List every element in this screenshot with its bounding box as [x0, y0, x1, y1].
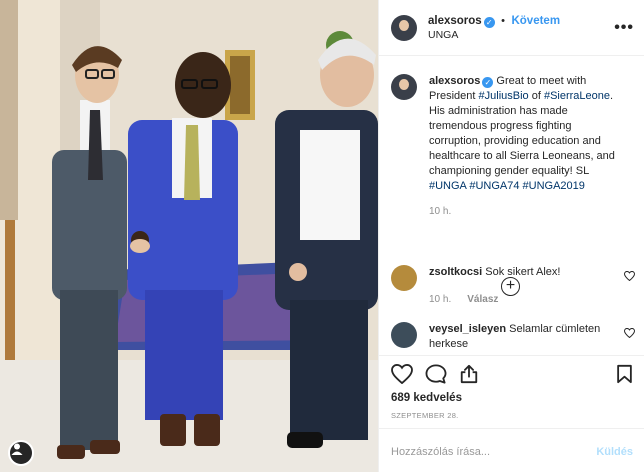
author-avatar[interactable]	[391, 14, 417, 41]
profile-glyph	[11, 443, 23, 455]
commenter-avatar[interactable]	[391, 265, 417, 291]
instagram-post: alexsoros ✓ • Követem UNGA ••• alexsoros ✓…	[0, 0, 644, 472]
caption-text-mid: of	[528, 90, 544, 102]
caption-text-body: . His administration has made tremendous…	[429, 90, 615, 177]
post-header: alexsoros ✓ • Követem UNGA •••	[379, 0, 644, 56]
comment-text: veysel_isleyen Selamlar cümleten herkese	[429, 322, 614, 352]
comment-message: Sok sikert Alex!	[485, 266, 561, 278]
caption-author-avatar[interactable]	[391, 74, 417, 100]
action-icons	[391, 364, 479, 384]
commenter-username[interactable]: zsoltkocsi	[429, 266, 482, 278]
post-caption: alexsoros ✓ Great to meet with President …	[379, 56, 644, 217]
reply-button[interactable]: Válasz	[467, 294, 498, 305]
commenter-avatar[interactable]	[391, 322, 417, 348]
like-count[interactable]: 689 kedvelés	[391, 392, 462, 404]
caption-hashtags[interactable]: #UNGA #UNGA74 #UNGA2019	[429, 180, 585, 192]
author-username[interactable]: alexsoros	[428, 15, 482, 27]
header-separator: •	[501, 15, 506, 27]
post-sidebar: alexsoros ✓ • Követem UNGA ••• alexsoros ✓…	[378, 0, 644, 472]
comment-timestamp: 10 h.	[429, 294, 452, 305]
caption-text: alexsoros ✓ Great to meet with President …	[429, 74, 619, 194]
comment-text: zsoltkocsi Sok sikert Alex!	[429, 265, 614, 280]
post-location[interactable]: UNGA	[428, 28, 614, 42]
verified-badge-icon: ✓	[482, 77, 494, 88]
verified-badge-icon: ✓	[483, 17, 495, 28]
commenter-username[interactable]: veysel_isleyen	[429, 323, 506, 335]
like-comment-heart-icon[interactable]	[624, 328, 635, 338]
post-photo[interactable]	[0, 0, 378, 472]
like-comment-heart-icon[interactable]	[624, 271, 635, 281]
send-comment-button[interactable]: Küldés	[596, 446, 633, 458]
bookmark-icon[interactable]	[616, 364, 633, 384]
comment-input[interactable]	[391, 445, 597, 458]
follow-button[interactable]: Követem	[511, 15, 560, 27]
comment-item: veysel_isleyen Selamlar cümleten herkese	[391, 322, 635, 352]
more-options-button[interactable]: •••	[614, 19, 634, 37]
post-actions: 689 kedvelés SZEPTEMBER 28. Küldés	[379, 355, 644, 473]
heart-icon[interactable]	[391, 364, 413, 384]
hashtag-link[interactable]: #JuliusBio	[479, 90, 529, 102]
caption-timestamp: 10 h.	[429, 206, 452, 217]
comment-meta: 10 h. Válasz	[429, 294, 614, 305]
photo-scene	[0, 0, 378, 472]
share-icon[interactable]	[459, 364, 479, 384]
comment-icon[interactable]	[425, 364, 447, 384]
caption-flag: SL	[575, 165, 590, 177]
comment-item: zsoltkocsi Sok sikert Alex! 10 h. Válasz	[391, 265, 635, 305]
caption-username[interactable]: alexsoros	[429, 75, 480, 87]
caption-content: alexsoros ✓ Great to meet with President …	[429, 74, 619, 217]
author-info: alexsoros ✓ • Követem UNGA	[428, 13, 614, 42]
comment-composer: Küldés	[379, 428, 644, 474]
comment-content: zsoltkocsi Sok sikert Alex! 10 h. Válasz	[429, 265, 614, 305]
hashtag-link[interactable]: #SierraLeone	[544, 90, 610, 102]
post-date: SZEPTEMBER 28.	[391, 411, 459, 420]
comment-content: veysel_isleyen Selamlar cümleten herkese	[429, 322, 614, 352]
profile-icon[interactable]	[8, 440, 34, 466]
